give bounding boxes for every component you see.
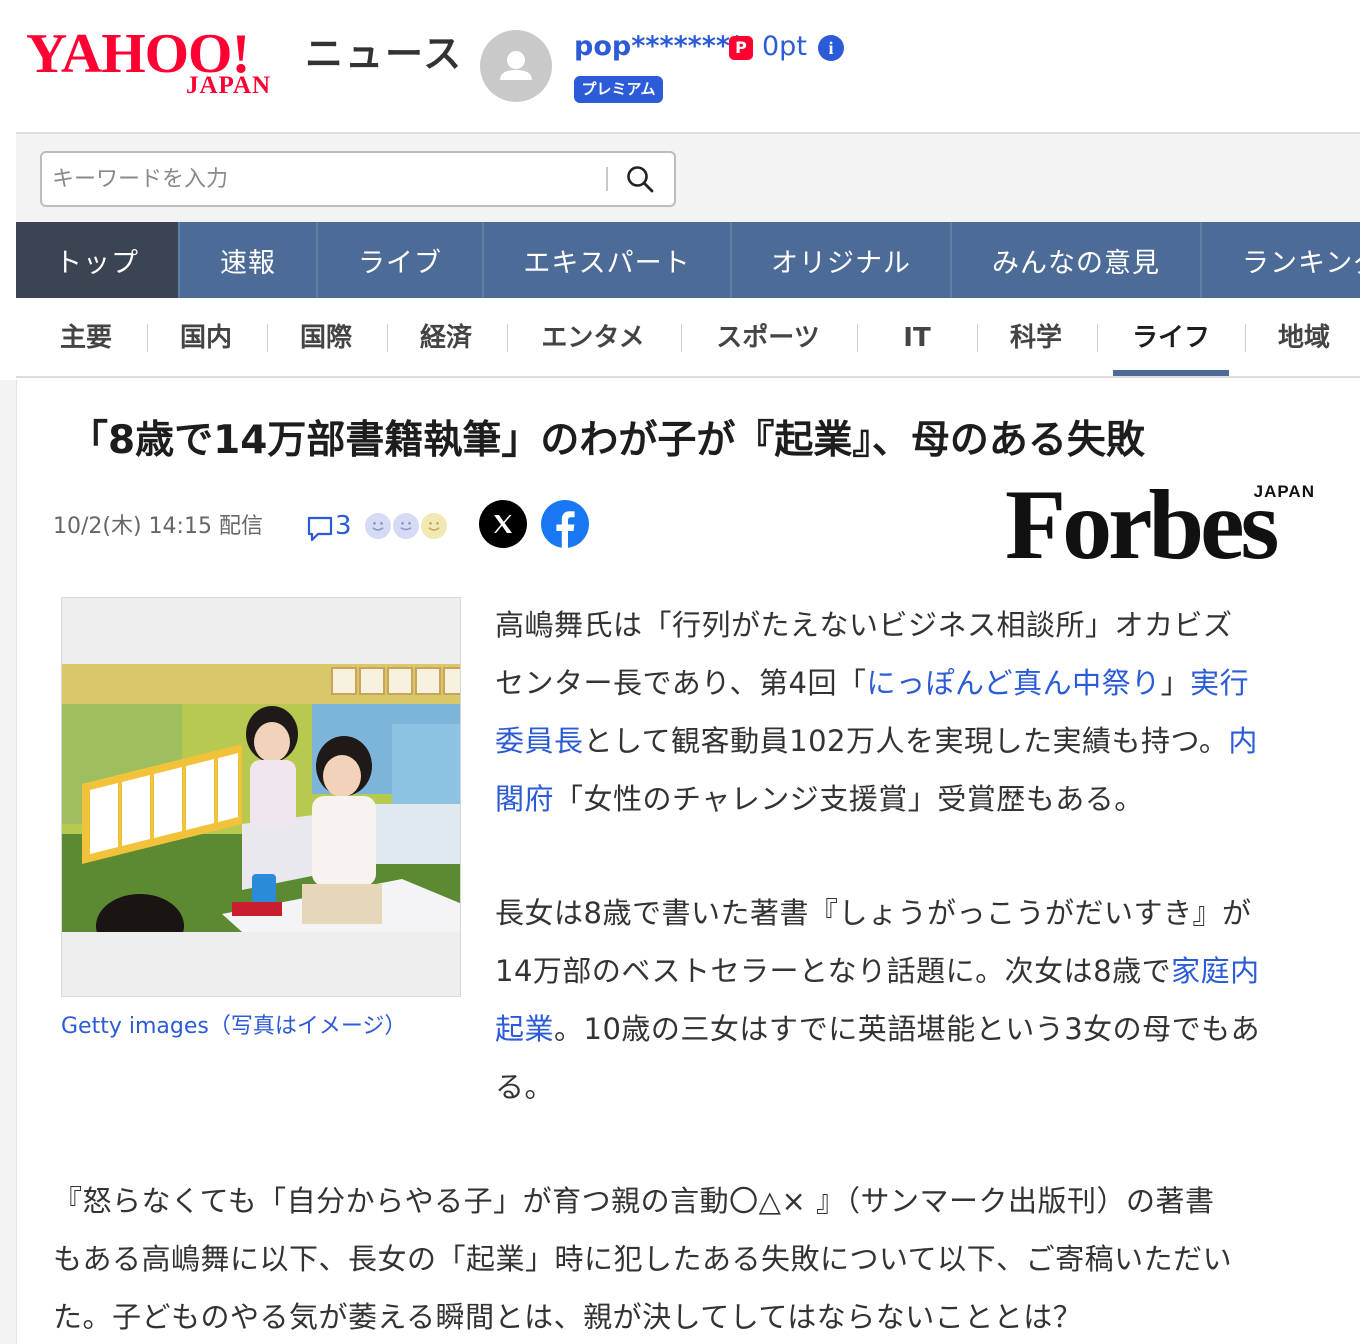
news-service-name[interactable]: ニュース	[305, 32, 463, 76]
page-gutter	[0, 380, 16, 1344]
active-tab-indicator	[1113, 370, 1229, 376]
paragraph-line: る。	[495, 1058, 1345, 1116]
reaction-neutral-icon	[391, 511, 421, 541]
keyword-link-home-startup[interactable]: 起業	[495, 1012, 554, 1046]
text-run: 高嶋舞氏は「行列がたえないビジネス相談所」オカビズ	[495, 608, 1233, 642]
avatar[interactable]	[480, 30, 552, 102]
keyword-link-home-startup[interactable]: 家庭内	[1171, 954, 1260, 988]
publish-date: 10/2(木) 14:15 配信	[53, 514, 263, 539]
share-x-button[interactable]	[479, 500, 527, 548]
category-tab-world[interactable]: 国際	[292, 316, 360, 360]
paragraph-line: センター長であり、第4回「にっぽんど真ん中祭り」実行	[495, 654, 1345, 712]
article-paragraph-3: 『怒らなくても「自分からやる子」が育つ親の言動〇△× 』（サンマーク出版刊）の著…	[53, 1172, 1353, 1344]
reaction-happy-icon	[419, 511, 449, 541]
publisher-logo-subtitle: JAPAN	[1253, 482, 1315, 501]
paragraph-line: もある高嶋舞に以下、長女の「起業」時に犯したある失敗について以下、ご寄稿いただい	[53, 1242, 1233, 1276]
paypay-points-icon: P	[729, 36, 753, 60]
text-run: る。	[495, 1070, 555, 1104]
main-nav-item-opinions[interactable]: みんなの意見	[952, 222, 1202, 298]
text-run: 長女は8歳で書いた著書『しょうがっこうがだいすき』が	[495, 896, 1252, 930]
text-run: として観客動員102万人を実現した実績も持つ。	[583, 724, 1229, 758]
x-logo-icon	[494, 515, 512, 533]
paragraph-line: 長女は8歳で書いた著書『しょうがっこうがだいすき』が	[495, 884, 1345, 942]
paragraph-line: 『怒らなくても「自分からやる子」が育つ親の言動〇△× 』（サンマーク出版刊）の著…	[53, 1184, 1215, 1218]
search-box	[40, 151, 676, 207]
keyword-link-cabinet-office[interactable]: 内	[1228, 724, 1258, 758]
category-separator	[857, 324, 858, 352]
text-run: 「女性のチャレンジ支援賞」受賞歴もある。	[554, 782, 1144, 816]
points-value[interactable]: 0pt	[762, 30, 807, 64]
paragraph-line: 14万部のベストセラーとなり話題に。次女は8歳で家庭内	[495, 942, 1345, 1000]
category-separator	[507, 324, 508, 352]
keyword-link-cabinet-office[interactable]: 閣府	[495, 782, 554, 816]
category-tab-sports[interactable]: スポーツ	[706, 316, 830, 360]
search-divider	[606, 167, 608, 191]
category-separator	[1245, 324, 1246, 352]
main-nav-item-breaking[interactable]: 速報	[180, 222, 318, 298]
username[interactable]: pop********	[574, 30, 744, 64]
main-nav-item-ranking[interactable]: ランキング	[1202, 222, 1360, 298]
text-run: 14万部のベストセラーとなり話題に。次女は8歳で	[495, 954, 1172, 988]
comment-count[interactable]: 3	[335, 510, 352, 542]
share-facebook-button[interactable]	[541, 500, 589, 548]
reaction-smile-icon	[363, 511, 393, 541]
search-bar-area	[16, 132, 1360, 222]
category-tab-economy[interactable]: 経済	[412, 316, 480, 360]
paragraph-line: 閣府「女性のチャレンジ支援賞」受賞歴もある。	[495, 770, 1345, 828]
search-input[interactable]	[52, 161, 592, 197]
main-nav-item-top[interactable]: トップ	[16, 222, 180, 298]
site-header: YAHOO! JAPAN ニュース pop******** プレミアム P 0p…	[0, 0, 1360, 132]
category-tab-science[interactable]: 科学	[1002, 316, 1070, 360]
category-separator	[1097, 324, 1098, 352]
premium-badge[interactable]: プレミアム	[574, 76, 663, 103]
paragraph-line: た。子どものやる気が萎える瞬間とは、親が決してしてはならないこととは？	[53, 1300, 1083, 1334]
comment-icon[interactable]	[305, 513, 335, 543]
article-image[interactable]	[61, 597, 461, 997]
search-icon	[627, 166, 654, 193]
category-tab-life[interactable]: ライフ	[1113, 316, 1229, 360]
main-nav-item-expert[interactable]: エキスパート	[484, 222, 732, 298]
category-separator	[147, 324, 148, 352]
category-tab-it[interactable]: IT	[882, 316, 952, 360]
text-run: 」	[1160, 666, 1191, 700]
category-tab-entertainment[interactable]: エンタメ	[532, 316, 654, 360]
paragraph-line: 高嶋舞氏は「行列がたえないビジネス相談所」オカビズ	[495, 596, 1345, 654]
paragraph-line: 起業。10歳の三女はすでに英語堪能という3女の母でもあ	[495, 1000, 1345, 1058]
user-silhouette-icon	[500, 51, 532, 80]
category-tab-main[interactable]: 主要	[52, 316, 120, 360]
image-caption[interactable]: Getty images（写真はイメージ）	[61, 1012, 406, 1042]
publisher-logo[interactable]: Forbes JAPAN	[1005, 470, 1315, 580]
logo-japan-text: JAPAN	[186, 72, 272, 99]
facebook-logo-icon	[556, 511, 575, 548]
category-separator	[681, 324, 682, 352]
publisher-logo-wordmark: Forbes	[1005, 469, 1279, 580]
category-tab-local[interactable]: 地域	[1270, 316, 1338, 360]
main-nav-item-live[interactable]: ライブ	[318, 222, 484, 298]
search-button[interactable]	[618, 159, 662, 199]
keyword-link-committee-chair[interactable]: 実行	[1190, 666, 1249, 700]
category-separator	[387, 324, 388, 352]
keyword-link-festival[interactable]: にっぽんど真ん中祭り	[867, 666, 1161, 700]
category-nav: 主要 国内 国際 経済 エンタメ スポーツ IT 科学 ライフ 地域	[16, 298, 1360, 378]
children-playing-photo	[62, 664, 460, 932]
main-nav: トップ 速報 ライブ エキスパート オリジナル みんなの意見 ランキング	[16, 222, 1360, 298]
category-separator	[977, 324, 978, 352]
article-paragraph-1: 高嶋舞氏は「行列がたえないビジネス相談所」オカビズ センター長であり、第4回「に…	[495, 596, 1345, 828]
text-run: 。10歳の三女はすでに英語堪能という3女の母でもあ	[554, 1012, 1261, 1046]
article: 「8歳で14万部書籍執筆」のわが子が『起業』、母のある失敗 10/2(木) 14…	[16, 380, 1360, 1344]
category-tab-domestic[interactable]: 国内	[172, 316, 240, 360]
main-nav-item-original[interactable]: オリジナル	[732, 222, 952, 298]
article-paragraph-2: 長女は8歳で書いた著書『しょうがっこうがだいすき』が 14万部のベストセラーとな…	[495, 884, 1345, 1116]
text-run: センター長であり、第4回「	[495, 666, 867, 700]
category-separator	[267, 324, 268, 352]
paragraph-line: 委員長として観客動員102万人を実現した実績も持つ。内	[495, 712, 1345, 770]
info-icon[interactable]: i	[818, 35, 844, 61]
yahoo-japan-logo[interactable]: YAHOO! JAPAN	[26, 26, 301, 102]
keyword-link-committee-chair[interactable]: 委員長	[495, 724, 584, 758]
article-title: 「8歳で14万部書籍執筆」のわが子が『起業』、母のある失敗	[69, 418, 1145, 463]
